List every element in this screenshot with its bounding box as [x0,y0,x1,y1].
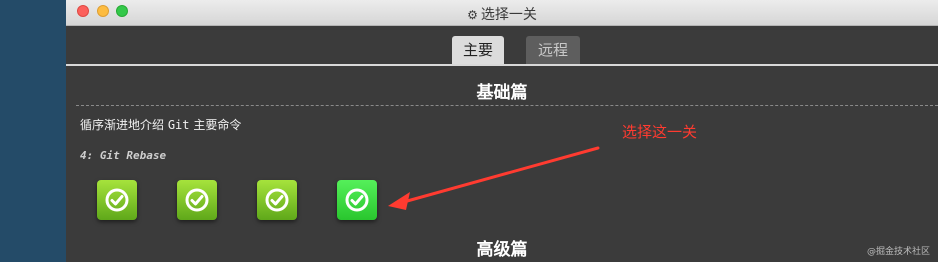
level-button-1[interactable] [97,180,137,220]
tab-remote[interactable]: 远程 [526,36,580,64]
title-bar: ⚙ 选择一关 [66,0,938,26]
description-code: Git [167,118,190,132]
level-button-2[interactable] [177,180,217,220]
annotation-label: 选择这一关 [622,123,698,141]
tab-underline [66,64,938,66]
app-window: ⚙ 选择一关 主要 远程 基础篇 循序渐进地介绍 Git 主要命令 4: Git … [66,0,938,262]
gear-icon: ⚙ [467,8,478,22]
check-icon [185,188,209,212]
desktop-background [0,0,66,262]
window-title-text: 选择一关 [480,7,537,23]
window-title: ⚙ 选择一关 [66,4,938,24]
description-prefix: 循序渐进地介绍 [80,118,168,132]
check-icon [105,188,129,212]
tab-bar: 主要 远程 [66,26,938,64]
current-level-label: 4: Git Rebase [80,149,167,162]
section-title-basic: 基础篇 [476,83,528,103]
section-title-advanced: 高级篇 [476,240,528,260]
check-icon [345,188,369,212]
section-description: 循序渐进地介绍 Git 主要命令 [80,116,241,133]
level-button-3[interactable] [257,180,297,220]
description-suffix: 主要命令 [189,118,242,132]
watermark: @掘金技术社区 [866,247,930,257]
check-icon [265,188,289,212]
level-button-4[interactable] [337,180,377,220]
annotation-arrow-icon [388,146,600,210]
tab-main[interactable]: 主要 [452,36,504,64]
section-divider [76,105,938,106]
